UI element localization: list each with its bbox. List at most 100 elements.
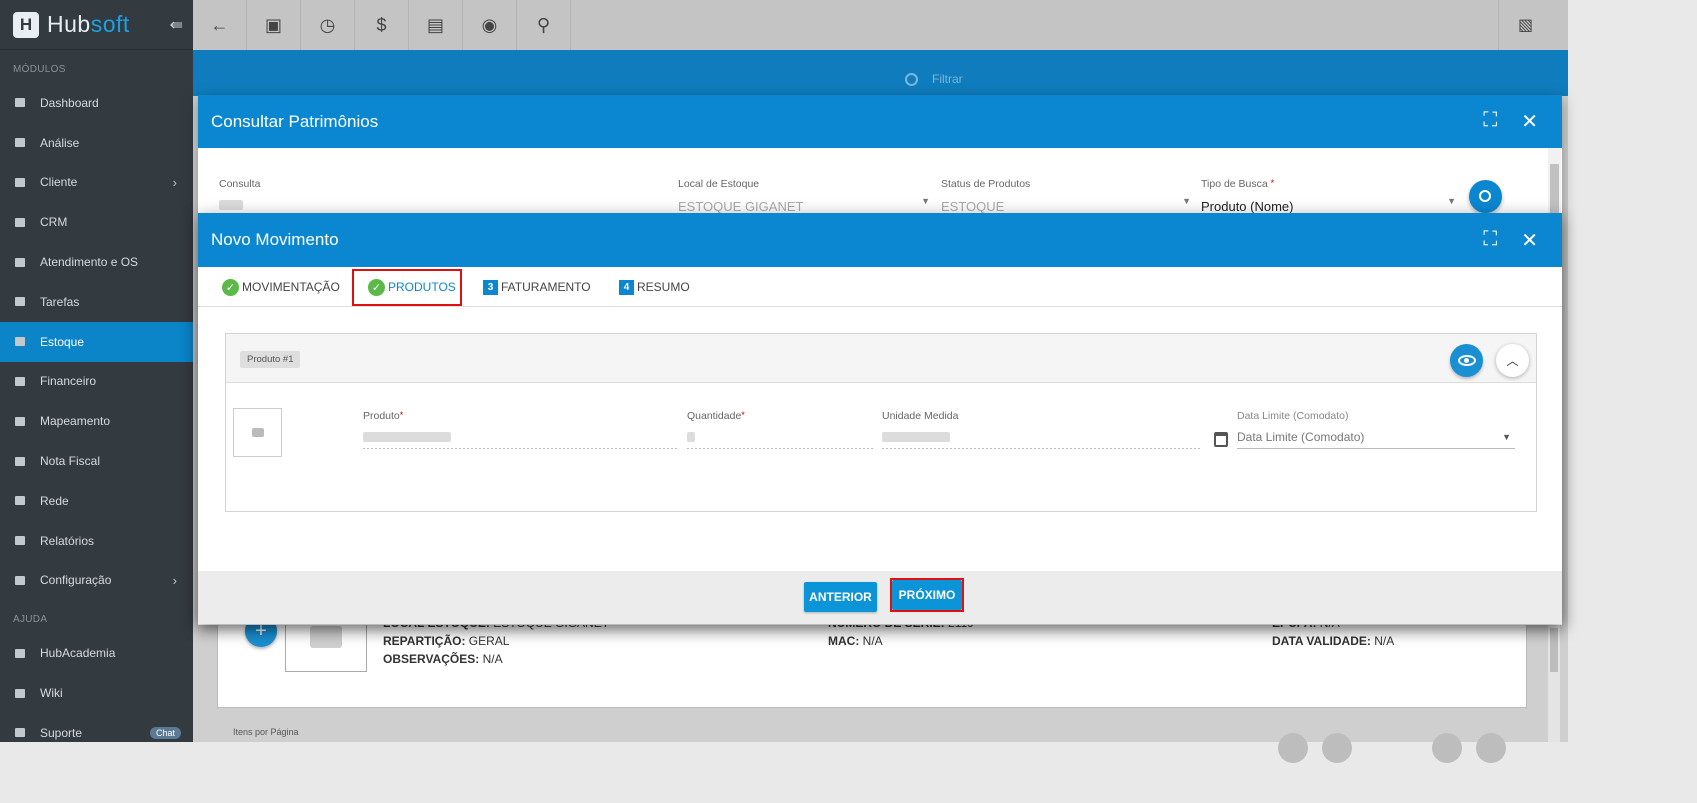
quantidade-value [687,432,695,442]
section-help-title: AJUDA [13,614,48,626]
sidebar-item-label: Rede [40,493,69,508]
pagination-prev-button[interactable] [1322,733,1352,763]
sidebar-item-cliente[interactable]: Cliente › [0,163,193,203]
unidade-medida-label: Unidade Medida [882,410,959,422]
search-button[interactable] [1469,180,1502,213]
calendar-clock-icon[interactable]: ◷ [301,0,355,50]
proximo-highlight [890,578,964,612]
arrow-collapse-icon[interactable]: ⇚ [170,15,183,35]
consultar-modal-header: Consultar Patrimônios ⛶ ✕ [198,95,1562,148]
sidebar-item-label: Wiki [40,686,63,701]
search-icon [905,72,918,86]
chevron-up-icon[interactable]: ︿ [1496,344,1529,377]
chevron-down-icon: ▼ [1447,196,1456,206]
calendar-icon[interactable] [1214,432,1228,447]
sidebar-item-hubacademia[interactable]: HubAcademia [0,633,193,673]
tab-movimentacao[interactable]: ✓ MOVIMENTAÇÃO [222,267,340,307]
sidebar-item-label: Análise [40,135,80,150]
sidebar-item-tarefas[interactable]: Tarefas [0,282,193,322]
close-icon[interactable]: ✕ [1521,109,1538,134]
status-produtos-value: ESTOQUE [941,199,1005,214]
tab-resumo[interactable]: 4 RESUMO [619,267,690,307]
close-icon[interactable]: ✕ [1521,228,1538,253]
consulta-field[interactable]: Consulta [219,178,639,213]
background-header [193,50,1568,96]
server-icon [13,494,27,508]
page-scrollbar[interactable] [1548,624,1560,742]
sidebar-item-atendimento-e-os[interactable]: Atendimento e OS [0,242,193,282]
tipo-busca-select[interactable]: Tipo de Busca * Produto (Nome) ▼ [1201,178,1456,214]
eye-icon[interactable] [1450,344,1483,377]
quantidade-label: Quantidade* [687,410,745,422]
modal-scrollbar[interactable] [1548,148,1561,218]
filter-placeholder: Filtrar [932,72,963,86]
quantidade-field[interactable]: Quantidade* [687,410,873,449]
eye-icon[interactable]: ◉ [463,0,517,50]
sidebar-item-nota-fiscal[interactable]: Nota Fiscal [0,441,193,481]
camera-icon[interactable] [233,408,282,457]
sidebar-item-financeiro[interactable]: Financeiro [0,362,193,402]
sidebar-item-rede[interactable]: Rede [0,481,193,521]
chat-badge[interactable]: Chat [149,726,181,739]
dashboard-icon [13,96,27,110]
sidebar-item-dashboard[interactable]: Dashboard [0,83,193,123]
bg-mac: MAC: N/A [828,634,883,648]
box-icon [13,335,27,349]
pdf-icon[interactable]: ▧ [1498,0,1552,50]
fullscreen-icon[interactable]: ⛶ [1483,109,1497,134]
dollar-icon[interactable]: $ [355,0,409,50]
sidebar-item-label: Atendimento e OS [40,255,139,270]
sidebar-item-wiki[interactable]: Wiki [0,673,193,713]
filter-search[interactable]: Filtrar [905,72,963,86]
fullscreen-icon[interactable]: ⛶ [1483,228,1497,253]
terminal-icon[interactable]: ▤ [409,0,463,50]
contact-card-icon[interactable]: ▣ [247,0,301,50]
sidebar-item-label: Cliente [40,175,78,190]
chevron-down-icon: ▼ [921,196,930,206]
back-arrow-icon[interactable]: ← [193,0,247,50]
data-limite-select[interactable]: Data Limite (Comodato) Data Limite (Como… [1237,410,1515,449]
unidade-medida-value [882,432,950,442]
chevron-down-icon: ▼ [1182,196,1191,206]
sidebar-item-label: Suporte [40,725,83,740]
tab-produtos-highlight [352,269,462,306]
sidebar-item-relat-rios[interactable]: Relatórios [0,521,193,561]
chevron-down-icon: ▼ [1502,432,1511,442]
crm-icon [13,215,27,229]
modal-footer: ANTERIOR PRÓXIMO [198,571,1562,624]
wizard-tabs: ✓ MOVIMENTAÇÃO ✓ PRODUTOS 3 FATURAMENTO … [198,267,1562,307]
pagination-last-button[interactable] [1476,733,1506,763]
sidebar-item-crm[interactable]: CRM [0,202,193,242]
sidebar-item-label: Nota Fiscal [40,454,101,469]
pagination-next-button[interactable] [1432,733,1462,763]
status-produtos-select[interactable]: Status de Produtos ESTOQUE ▼ [941,178,1191,214]
sidebar-item-label: HubAcademia [40,646,116,661]
sidebar-item-label: Relatórios [40,533,95,548]
sidebar-item-mapeamento[interactable]: Mapeamento [0,401,193,441]
sidebar-item-estoque[interactable]: Estoque [0,321,193,362]
produto-field[interactable]: Produto* [363,410,678,449]
local-estoque-select[interactable]: Local de Estoque ESTOQUE GIGANET ▼ [678,178,930,214]
data-limite-value: Data Limite (Comodato) ▼ [1237,430,1515,449]
sidebar-item-configura-o[interactable]: Configuração › [0,561,193,601]
local-estoque-value: ESTOQUE GIGANET [678,199,804,214]
sidebar-item-label: Mapeamento [40,414,111,429]
step-number: 4 [619,279,634,295]
logo[interactable]: H Hubsoft ⇚ [0,0,193,50]
tasks-icon [13,295,27,309]
sidebar-item-suporte[interactable]: Suporte Chat [0,713,193,753]
pagination-first-button[interactable] [1278,733,1308,763]
user-card-icon [13,175,27,189]
modal-scrollbar-thumb[interactable] [1550,164,1559,218]
sidebar-item-an-lise[interactable]: Análise [0,123,193,163]
bg-reparticao: REPARTIÇÃO: GERAL [383,634,510,648]
section-modules-title: MÓDULOS [13,64,66,75]
page-scrollbar-thumb[interactable] [1550,628,1558,672]
anterior-button[interactable]: ANTERIOR [804,582,877,612]
unidade-medida-field[interactable]: Unidade Medida [882,410,1202,449]
search-icon[interactable]: ⚲ [517,0,571,50]
data-limite-label: Data Limite (Comodato) [1237,410,1349,422]
wiki-icon [13,686,27,700]
tab-faturamento[interactable]: 3 FATURAMENTO [483,267,591,307]
novo-movimento-title: Novo Movimento [211,230,339,249]
